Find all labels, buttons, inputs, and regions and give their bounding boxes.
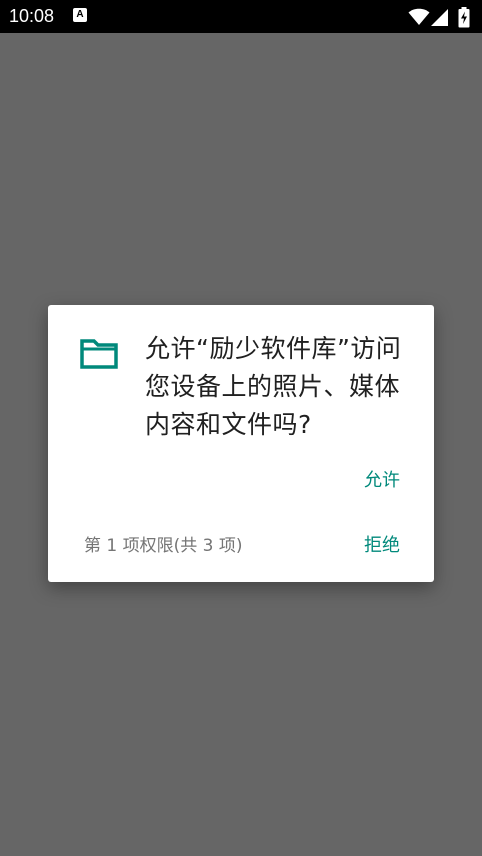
- allow-button[interactable]: 允许: [364, 465, 400, 497]
- wifi-icon: [408, 8, 430, 26]
- signal-icon: [431, 9, 448, 26]
- permission-dialog: 允许“励少软件库”访问您设备上的照片、媒体内容和文件吗? 允许 第 1 项权限(…: [48, 305, 434, 582]
- status-time: 10:08: [9, 6, 55, 26]
- deny-button[interactable]: 拒绝: [364, 530, 400, 562]
- battery-charging-icon: [458, 7, 470, 28]
- a-text-icon: A: [73, 8, 87, 22]
- folder-icon: [80, 339, 118, 369]
- status-bar: 10:08 A: [0, 0, 482, 33]
- dialog-message: 允许“励少软件库”访问您设备上的照片、媒体内容和文件吗?: [145, 334, 402, 439]
- permission-counter: 第 1 项权限(共 3 项): [84, 536, 243, 556]
